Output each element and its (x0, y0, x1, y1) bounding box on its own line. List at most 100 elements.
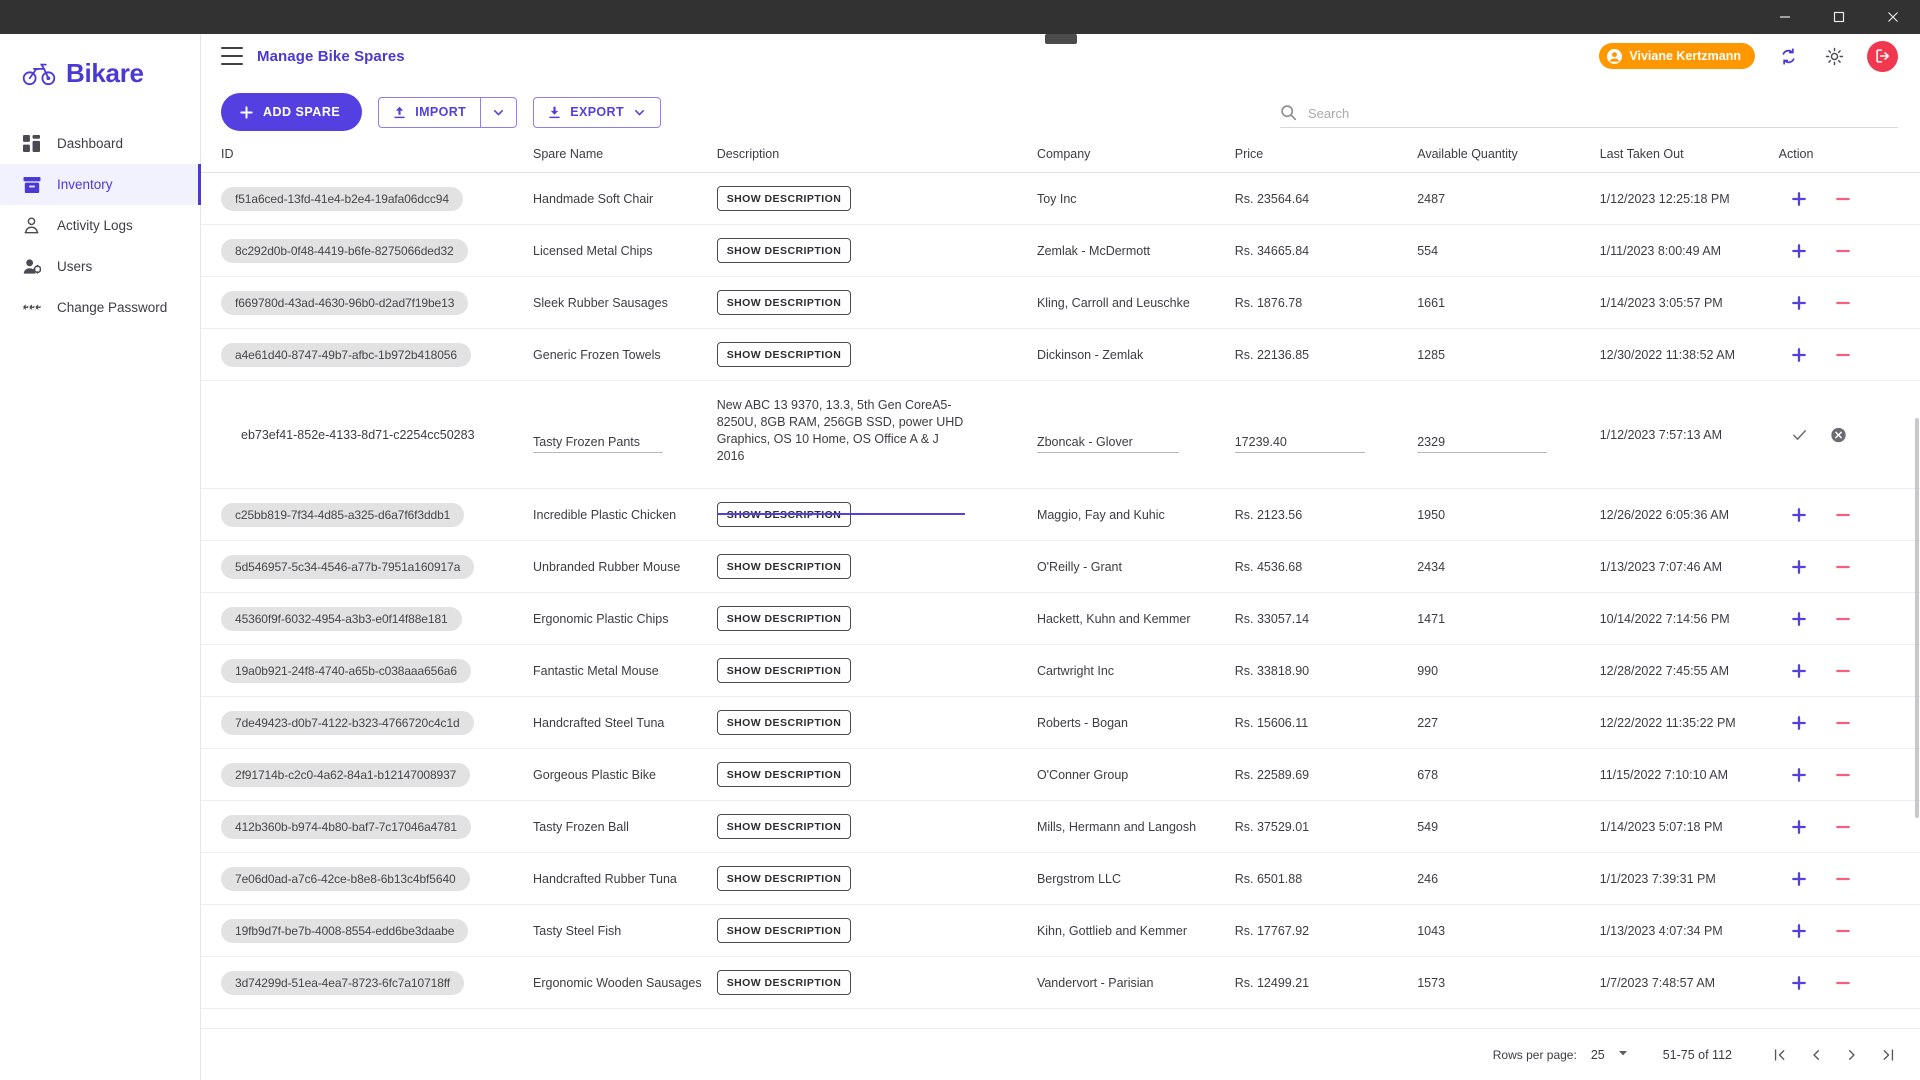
table-row[interactable]: c25bb819-7f34-4d85-a325-d6a7f6f3ddb1Incr… (201, 489, 1920, 541)
rows-per-page-dropdown-icon[interactable] (1617, 1046, 1629, 1064)
window-drag-handle[interactable] (1045, 34, 1077, 44)
editing-company-input[interactable] (1037, 435, 1179, 453)
sync-icon[interactable] (1775, 43, 1801, 69)
table-row[interactable]: 7e06d0ad-a7c6-42ce-b8e8-6b13c4bf5640Hand… (201, 853, 1920, 905)
remove-quantity-icon[interactable] (1835, 715, 1851, 731)
rows-per-page-value[interactable]: 25 (1591, 1048, 1605, 1062)
show-description-button[interactable]: SHOW DESCRIPTION (717, 814, 852, 839)
inventory-icon (22, 175, 41, 194)
table-row[interactable]: 19fb9d7f-be7b-4008-8554-edd6be3daabeTast… (201, 905, 1920, 957)
show-description-button[interactable]: SHOW DESCRIPTION (717, 290, 852, 315)
remove-quantity-icon[interactable] (1835, 347, 1851, 363)
column-header-available-quantity[interactable]: Available Quantity (1417, 138, 1599, 173)
add-quantity-icon[interactable] (1791, 559, 1807, 575)
scrollbar-thumb[interactable] (1915, 418, 1919, 818)
logout-icon[interactable] (1867, 41, 1898, 72)
add-quantity-icon[interactable] (1791, 871, 1807, 887)
add-quantity-icon[interactable] (1791, 663, 1807, 679)
column-header-spare-name[interactable]: Spare Name (533, 138, 717, 173)
user-chip[interactable]: Viviane Kertzmann (1599, 43, 1755, 69)
add-quantity-icon[interactable] (1791, 611, 1807, 627)
add-quantity-icon[interactable] (1791, 191, 1807, 207)
show-description-button[interactable]: SHOW DESCRIPTION (717, 762, 852, 787)
editing-price-input[interactable] (1235, 435, 1365, 453)
table-row[interactable]: 7de49423-d0b7-4122-b323-4766720c4c1dHand… (201, 697, 1920, 749)
table-row[interactable]: 2f91714b-c2c0-4a62-84a1-b12147008937Gorg… (201, 749, 1920, 801)
editing-quantity-input[interactable] (1417, 435, 1547, 453)
table-row[interactable]: f51a6ced-13fd-41e4-b2e4-19afa06dcc94Hand… (201, 173, 1920, 225)
show-description-button[interactable]: SHOW DESCRIPTION (717, 186, 852, 211)
next-page-button[interactable] (1834, 1037, 1870, 1073)
sidebar-item-activity-logs[interactable]: Activity Logs (0, 205, 200, 246)
window-close-button[interactable] (1866, 0, 1920, 34)
table-row[interactable]: 19a0b921-24f8-4740-a65b-c038aaa656a6Fant… (201, 645, 1920, 697)
table-row[interactable]: 45360f9f-6032-4954-a3b3-e0f14f88e181Ergo… (201, 593, 1920, 645)
table-row[interactable]: 412b360b-b974-4b80-baf7-7c17046a4781Tast… (201, 801, 1920, 853)
add-quantity-icon[interactable] (1791, 767, 1807, 783)
table-row[interactable]: f669780d-43ad-4630-96b0-d2ad7f19be13Slee… (201, 277, 1920, 329)
add-spare-button[interactable]: ADD SPARE (221, 93, 362, 131)
remove-quantity-icon[interactable] (1835, 611, 1851, 627)
search-box[interactable] (1280, 104, 1898, 128)
theme-icon[interactable] (1821, 43, 1847, 69)
remove-quantity-icon[interactable] (1835, 871, 1851, 887)
sidebar-item-change-password[interactable]: Change Password (0, 287, 200, 328)
add-quantity-icon[interactable] (1791, 923, 1807, 939)
remove-quantity-icon[interactable] (1835, 767, 1851, 783)
column-header-last-taken-out[interactable]: Last Taken Out (1600, 138, 1779, 173)
editing-spare-name-input[interactable] (533, 435, 663, 453)
column-header-description[interactable]: Description (717, 138, 1037, 173)
add-quantity-icon[interactable] (1791, 295, 1807, 311)
add-quantity-icon[interactable] (1791, 715, 1807, 731)
previous-page-button[interactable] (1798, 1037, 1834, 1073)
editing-description-input[interactable]: New ABC 13 9370, 13.3, 5th Gen CoreA5-82… (717, 397, 965, 515)
show-description-button[interactable]: SHOW DESCRIPTION (717, 342, 852, 367)
column-header-price[interactable]: Price (1235, 138, 1417, 173)
cancel-edit-icon[interactable] (1830, 426, 1847, 443)
remove-quantity-icon[interactable] (1835, 819, 1851, 835)
confirm-edit-icon[interactable] (1791, 426, 1808, 443)
window-maximize-button[interactable] (1812, 0, 1866, 34)
show-description-button[interactable]: SHOW DESCRIPTION (717, 918, 852, 943)
table-row[interactable]: 3d74299d-51ea-4ea7-8723-6fc7a10718ffErgo… (201, 957, 1920, 1009)
menu-toggle-icon[interactable] (221, 47, 243, 65)
table-row[interactable]: 5d546957-5c34-4546-a77b-7951a160917aUnbr… (201, 541, 1920, 593)
add-quantity-icon[interactable] (1791, 975, 1807, 991)
remove-quantity-icon[interactable] (1835, 191, 1851, 207)
add-quantity-icon[interactable] (1791, 347, 1807, 363)
table-row-editing[interactable]: eb73ef41-852e-4133-8d71-c2254cc50283New … (201, 381, 1920, 489)
search-input[interactable] (1308, 106, 1898, 121)
table-scrollbar[interactable] (1914, 138, 1920, 1028)
import-button[interactable]: IMPORT (378, 97, 480, 128)
show-description-button[interactable]: SHOW DESCRIPTION (717, 658, 852, 683)
show-description-button[interactable]: SHOW DESCRIPTION (717, 970, 852, 995)
table-row[interactable]: a4e61d40-8747-49b7-afbc-1b972b418056Gene… (201, 329, 1920, 381)
sidebar-item-users[interactable]: Users (0, 246, 200, 287)
remove-quantity-icon[interactable] (1835, 507, 1851, 523)
add-quantity-icon[interactable] (1791, 243, 1807, 259)
table-row[interactable]: 8c292d0b-0f48-4419-b6fe-8275066ded32Lice… (201, 225, 1920, 277)
first-page-button[interactable] (1762, 1037, 1798, 1073)
remove-quantity-icon[interactable] (1835, 559, 1851, 575)
add-quantity-icon[interactable] (1791, 507, 1807, 523)
remove-quantity-icon[interactable] (1835, 663, 1851, 679)
window-minimize-button[interactable] (1758, 0, 1812, 34)
export-button[interactable]: EXPORT (533, 97, 661, 128)
sidebar-item-dashboard[interactable]: Dashboard (0, 123, 200, 164)
column-header-company[interactable]: Company (1037, 138, 1235, 173)
show-description-button[interactable]: SHOW DESCRIPTION (717, 710, 852, 735)
show-description-button[interactable]: SHOW DESCRIPTION (717, 606, 852, 631)
show-description-button[interactable]: SHOW DESCRIPTION (717, 238, 852, 263)
cell-company: Zemlak - McDermott (1037, 225, 1235, 277)
remove-quantity-icon[interactable] (1835, 243, 1851, 259)
remove-quantity-icon[interactable] (1835, 295, 1851, 311)
column-header-id[interactable]: ID (201, 138, 533, 173)
sidebar-item-inventory[interactable]: Inventory (0, 164, 200, 205)
import-dropdown-button[interactable] (480, 97, 517, 128)
remove-quantity-icon[interactable] (1835, 923, 1851, 939)
show-description-button[interactable]: SHOW DESCRIPTION (717, 554, 852, 579)
remove-quantity-icon[interactable] (1835, 975, 1851, 991)
add-quantity-icon[interactable] (1791, 819, 1807, 835)
last-page-button[interactable] (1870, 1037, 1906, 1073)
show-description-button[interactable]: SHOW DESCRIPTION (717, 866, 852, 891)
